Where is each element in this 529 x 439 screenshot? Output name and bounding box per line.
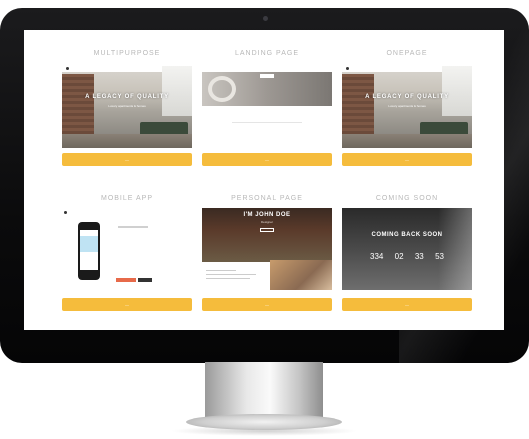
portrait-photo [270, 260, 332, 290]
phone-icon [78, 222, 100, 280]
view-demo-button[interactable]: — [342, 153, 472, 166]
store-button [138, 278, 152, 282]
window [442, 66, 472, 116]
preview-image[interactable] [62, 208, 192, 290]
card-title: COMING SOON [375, 195, 439, 202]
logo-dot-icon [66, 67, 69, 70]
hero-subtitle: Luxury apartments & homes [388, 104, 426, 108]
countdown-hours: 02 [394, 252, 404, 261]
hero-button [260, 228, 274, 232]
view-demo-button[interactable]: — [202, 298, 332, 311]
hero-title: COMING BACK SOON [371, 232, 443, 238]
view-demo-button[interactable]: — [342, 298, 472, 311]
card-title: LANDING PAGE [235, 50, 299, 57]
view-demo-button[interactable]: — [62, 298, 192, 311]
text-line [232, 122, 302, 123]
view-demo-button[interactable]: — [62, 153, 192, 166]
monitor-stand [205, 362, 323, 422]
hero-subtitle: Luxury apartments & homes [108, 104, 146, 108]
preview-image[interactable]: COMING BACK SOON 334 02 33 53 [342, 208, 472, 290]
countdown: 334 02 33 53 [370, 252, 444, 261]
window-light [438, 208, 472, 290]
view-demo-button[interactable]: — [202, 153, 332, 166]
hero-title: A LEGACY OF QUALITY [85, 94, 169, 100]
preview-image[interactable]: I'M JOHN DOE Designer [202, 208, 332, 290]
card-title: PERSONAL PAGE [231, 195, 303, 202]
camera-icon [263, 16, 268, 21]
countdown-days: 334 [370, 252, 384, 261]
text-line [206, 278, 250, 279]
preview-image[interactable] [202, 66, 332, 148]
card-title: ONEPAGE [386, 50, 428, 57]
floor [62, 134, 192, 148]
hero-title: I'M JOHN DOE [243, 212, 291, 218]
hero-title: A LEGACY OF QUALITY [365, 94, 449, 100]
logo-dot-icon [64, 211, 67, 214]
preview-image[interactable]: A LEGACY OF QUALITY Luxury apartments & … [62, 66, 192, 148]
text-line [206, 274, 256, 275]
text-line [206, 270, 236, 271]
phone-app [80, 236, 98, 252]
text-line [118, 226, 148, 228]
preview-image[interactable]: A LEGACY OF QUALITY Luxury apartments & … [342, 66, 472, 148]
card-title: MOBILE APP [100, 195, 154, 202]
screen: MULTIPURPOSE A LEGACY OF QUALITY Luxury … [24, 30, 504, 330]
card-title: MULTIPURPOSE [93, 50, 161, 57]
store-button [116, 278, 136, 282]
headphones-icon [208, 76, 236, 102]
window [162, 66, 192, 116]
countdown-minutes: 33 [414, 252, 424, 261]
hero-subtitle: Designer [260, 220, 273, 224]
hero-button [260, 74, 274, 78]
countdown-seconds: 53 [435, 252, 444, 261]
monitor-base [186, 414, 342, 430]
logo-dot-icon [346, 67, 349, 70]
floor [342, 134, 472, 148]
